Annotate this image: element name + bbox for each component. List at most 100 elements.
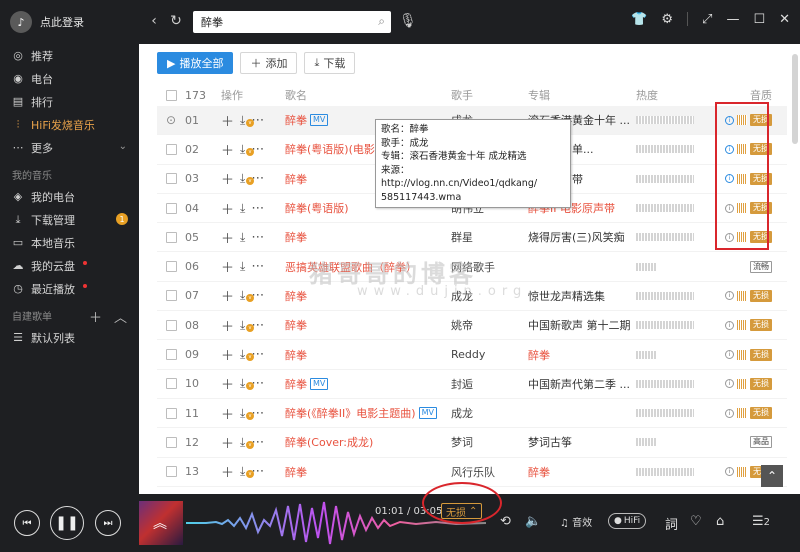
row-checkbox[interactable]: [165, 290, 177, 302]
microphone-icon[interactable]: 🎙: [399, 13, 417, 29]
add-to-list-icon[interactable]: ＋: [221, 140, 234, 159]
sidebar-item-recommend[interactable]: ◎ 推荐: [0, 44, 139, 67]
sidebar-item-recent-play[interactable]: ◷ 最近播放: [0, 277, 139, 300]
add-playlist-icon[interactable]: ＋: [89, 307, 102, 326]
volume-icon[interactable]: 🔈: [525, 514, 541, 529]
more-ops-icon[interactable]: ⋯: [251, 230, 264, 245]
album-name[interactable]: 中国新声代第二季 ...: [528, 376, 636, 392]
info-icon[interactable]: i: [725, 467, 734, 477]
info-icon[interactable]: i: [725, 350, 734, 360]
row-checkbox[interactable]: [165, 231, 177, 243]
artist-name[interactable]: 封逅: [451, 376, 528, 392]
row-checkbox[interactable]: [165, 202, 177, 214]
scroll-to-top-button[interactable]: ⌃: [761, 465, 783, 487]
sidebar-item-more[interactable]: ⋯ 更多 ⌄: [0, 136, 139, 159]
row-checkbox[interactable]: [165, 319, 177, 331]
row-checkbox[interactable]: [165, 436, 177, 448]
download-button[interactable]: ⤓ 下载: [304, 52, 356, 74]
playlist-button[interactable]: ☰2: [752, 514, 770, 529]
mv-badge[interactable]: MV: [418, 407, 437, 420]
sidebar-item-hifi[interactable]: ⫶ HiFi发烧音乐: [0, 113, 139, 136]
table-row[interactable]: 10 ＋ ⤓ v ⋯ 醉拳 MV 封逅 中国新声代第二季 ... i 无损: [157, 370, 787, 399]
row-checkbox[interactable]: [165, 407, 177, 419]
back-icon[interactable]: ‹: [143, 13, 165, 29]
sidebar-item-cloud-disk[interactable]: ☁ 我的云盘: [0, 254, 139, 277]
more-ops-icon[interactable]: ⋯: [251, 259, 264, 274]
row-checkbox[interactable]: [165, 173, 177, 185]
header-artist[interactable]: 歌手: [451, 87, 528, 103]
close-icon[interactable]: ✕: [779, 12, 790, 27]
sidebar-item-download-manage[interactable]: ⤓ 下载管理 1: [0, 208, 139, 231]
sidebar-item-my-radio[interactable]: ◈ 我的电台: [0, 185, 139, 208]
info-icon[interactable]: i: [725, 320, 734, 330]
add-to-list-icon[interactable]: ＋: [221, 345, 234, 364]
play-all-button[interactable]: ▶ 播放全部: [157, 52, 234, 74]
next-button[interactable]: ⏭: [95, 510, 121, 536]
song-name[interactable]: 醉拳(《醉拳II》电影主题曲): [285, 405, 416, 421]
table-row[interactable]: 09 ＋ ⤓ v ⋯ 醉拳 Reddy 醉拳 i 无损: [157, 340, 787, 370]
artist-name[interactable]: 群星: [451, 229, 528, 245]
album-name[interactable]: 梦词古筝: [528, 434, 636, 450]
song-name-cell[interactable]: 醉拳: [285, 317, 451, 333]
row-select-icon[interactable]: ⊙: [166, 113, 176, 127]
add-to-list-icon[interactable]: ＋: [221, 316, 234, 335]
info-icon[interactable]: i: [725, 408, 734, 418]
table-row[interactable]: 12 ＋ ⤓ v ⋯ 醉拳(Cover:成龙) 梦词 梦词古筝 高品: [157, 428, 787, 458]
sidebar-item-ranking[interactable]: ▤ 排行: [0, 90, 139, 113]
table-row[interactable]: 08 ＋ ⤓ v ⋯ 醉拳 姚帝 中国新歌声 第十二期 i 无损: [157, 311, 787, 341]
expand-icon[interactable]: ︽: [153, 513, 167, 533]
song-name-cell[interactable]: 醉拳 MV: [285, 376, 451, 392]
song-name[interactable]: 醉拳: [285, 317, 307, 333]
add-to-list-icon[interactable]: ＋: [221, 433, 234, 452]
download-song-icon[interactable]: ⤓: [240, 230, 245, 245]
download-song-icon[interactable]: ⤓ v: [240, 171, 255, 186]
download-song-icon[interactable]: ⤓ v: [240, 406, 255, 421]
song-name[interactable]: 醉拳: [285, 347, 307, 363]
sidebar-item-radio[interactable]: ◉ 电台: [0, 67, 139, 90]
skin-icon[interactable]: 👕: [631, 12, 647, 27]
download-song-icon[interactable]: ⤓ v: [240, 376, 255, 391]
mini-mode-icon[interactable]: ⤢: [702, 12, 712, 27]
add-to-list-icon[interactable]: ＋: [221, 404, 234, 423]
artist-name[interactable]: 姚帝: [451, 317, 528, 333]
add-button[interactable]: ＋添加: [240, 52, 298, 74]
artist-name[interactable]: 成龙: [451, 405, 528, 421]
hifi-button[interactable]: ● HiFi: [608, 513, 647, 529]
add-to-list-icon[interactable]: ＋: [221, 199, 234, 218]
album-name[interactable]: 中国新歌声 第十二期: [528, 317, 636, 333]
chevron-up-icon[interactable]: ︿: [114, 307, 127, 326]
download-song-icon[interactable]: ⤓ v: [240, 435, 255, 450]
download-song-icon[interactable]: ⤓ v: [240, 347, 255, 362]
search-icon[interactable]: ⌕: [378, 14, 385, 29]
gear-icon[interactable]: ⚙: [661, 12, 673, 27]
chevron-down-icon[interactable]: ⌄: [119, 141, 127, 152]
song-name[interactable]: 醉拳(Cover:成龙): [285, 434, 373, 450]
scrollbar[interactable]: [792, 54, 798, 144]
song-name[interactable]: 醉拳(粤语版): [285, 200, 349, 216]
login-area[interactable]: ♪ 点此登录: [0, 0, 139, 44]
song-name[interactable]: 醉拳: [285, 229, 307, 245]
search-input[interactable]: [201, 15, 361, 29]
album-name[interactable]: 惊世龙声精选集: [528, 288, 636, 304]
download-song-icon[interactable]: ⤓ v: [240, 288, 255, 303]
song-name[interactable]: 醉拳: [285, 171, 307, 187]
add-to-list-icon[interactable]: ＋: [221, 111, 234, 130]
info-icon[interactable]: i: [725, 291, 734, 301]
search-box[interactable]: ⌕: [193, 11, 391, 33]
row-checkbox[interactable]: [165, 349, 177, 361]
artist-name[interactable]: 梦词: [451, 434, 528, 450]
song-name-cell[interactable]: 醉拳: [285, 464, 451, 480]
select-all-checkbox[interactable]: [165, 89, 177, 101]
mv-badge[interactable]: MV: [310, 114, 329, 127]
row-checkbox[interactable]: [165, 261, 177, 273]
lyrics-icon[interactable]: 詞: [665, 514, 678, 533]
row-checkbox[interactable]: [165, 378, 177, 390]
album-name[interactable]: 烧得厉害(三)风笑痴: [528, 229, 636, 245]
add-to-list-icon[interactable]: ＋: [221, 374, 234, 393]
header-heat[interactable]: 热度: [636, 87, 710, 103]
maximize-icon[interactable]: ☐: [753, 12, 765, 27]
row-checkbox[interactable]: [165, 466, 177, 478]
add-to-list-icon[interactable]: ＋: [221, 228, 234, 247]
song-name-cell[interactable]: 醉拳(Cover:成龙): [285, 434, 451, 450]
more-ops-icon[interactable]: ⋯: [251, 201, 264, 216]
